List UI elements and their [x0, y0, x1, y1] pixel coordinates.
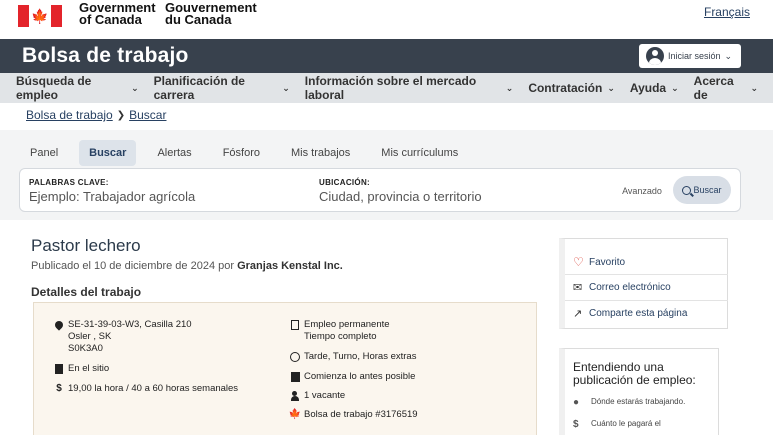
keywords-label: PALABRAS CLAVE:: [29, 178, 109, 187]
email-button[interactable]: ✉ Correo electrónico: [573, 281, 671, 294]
dollar-icon: $: [56, 383, 62, 394]
favorite-button[interactable]: ♡ Favorito: [573, 255, 625, 269]
job-details-box: SE-31-39-03-W3, Casilla 210 Osler , SK S…: [33, 302, 537, 435]
job-actions-panel: ♡ Favorito ✉ Correo electrónico ↗ Compar…: [559, 238, 728, 329]
search-button[interactable]: Buscar: [673, 176, 731, 204]
breadcrumb-search[interactable]: Buscar: [129, 108, 166, 122]
search-area: Panel Buscar Alertas Fósforo Mis trabajo…: [0, 130, 773, 220]
keywords-input[interactable]: Ejemplo: Trabajador agrícola: [29, 189, 195, 204]
job-bank-id: 🍁 Bolsa de trabajo #3176519: [288, 409, 418, 420]
user-avatar-icon: [646, 47, 664, 65]
share-button[interactable]: ↗ Comparte esta página: [573, 307, 687, 320]
chevron-down-icon: ⌄: [724, 50, 733, 61]
government-wordmark-fr: Gouvernement du Canada: [165, 0, 257, 27]
nav-item-labour-market[interactable]: Información sobre el mercado laboral ⌄: [305, 73, 522, 103]
job-title: Pastor lechero: [31, 236, 141, 255]
nav-item-about[interactable]: Acerca de ⌄: [694, 73, 766, 103]
signin-button[interactable]: Iniciar sesión ⌄: [639, 44, 741, 68]
language-toggle-link[interactable]: Français: [704, 5, 750, 19]
nav-item-help[interactable]: Ayuda ⌄: [630, 73, 687, 103]
chevron-down-icon: ⌄: [750, 82, 758, 93]
job-details-heading: Detalles del trabajo: [31, 285, 142, 299]
job-start: Comienza lo antes posible: [288, 371, 415, 383]
tab-search[interactable]: Buscar: [79, 140, 137, 166]
info-row-location: ● Dónde estarás trabajando.: [573, 397, 686, 408]
job-employment-type: Empleo permanente Tiempo completo: [288, 319, 390, 343]
location-label: UBICACIÓN:: [319, 178, 370, 187]
tab-match[interactable]: Fósforo: [213, 140, 270, 166]
job-salary: $ 19,00 la hora / 40 a 60 horas semanale…: [52, 383, 238, 395]
site-title[interactable]: Bolsa de trabajo: [22, 44, 189, 68]
signin-label: Iniciar sesión: [668, 51, 721, 61]
location-pin-icon: ●: [573, 397, 580, 408]
calendar-icon: [290, 372, 300, 382]
tab-my-resumes[interactable]: Mis currículums: [371, 140, 468, 166]
building-icon: [55, 364, 63, 374]
nav-item-career-planning[interactable]: Planificación de carrera ⌄: [154, 73, 298, 103]
document-icon: [291, 320, 299, 330]
tab-alerts[interactable]: Alertas: [147, 140, 201, 166]
maple-leaf-icon: 🍁: [288, 409, 302, 420]
posted-info: Publicado el 10 de diciembre de 2024 por…: [31, 260, 343, 272]
main-navigation: Búsqueda de empleo ⌄ Planificación de car…: [0, 73, 773, 103]
job-vacancies: 1 vacante: [288, 390, 345, 402]
advanced-search-button[interactable]: Avanzado: [613, 177, 671, 204]
job-location: SE-31-39-03-W3, Casilla 210 Osler , SK S…: [52, 319, 192, 355]
nav-item-job-search[interactable]: Búsqueda de empleo ⌄: [16, 73, 147, 103]
site-title-bar: Bolsa de trabajo Iniciar sesión ⌄: [0, 39, 773, 73]
chevron-down-icon: ⌄: [282, 82, 290, 93]
dollar-icon: $: [573, 419, 579, 430]
job-workplace: En el sitio: [52, 363, 109, 375]
breadcrumb: Bolsa de trabajo ❯ Buscar: [26, 108, 166, 122]
understanding-posting-panel: Entendiendo una publicación de empleo: ●…: [559, 348, 719, 435]
government-wordmark-en: Government of Canada: [79, 0, 156, 27]
chevron-down-icon: ⌄: [131, 82, 139, 93]
location-input[interactable]: Ciudad, provincia o territorio: [319, 189, 482, 204]
tab-dashboard[interactable]: Panel: [20, 140, 68, 166]
employer-name: Granjas Kenstal Inc.: [237, 260, 343, 272]
government-header: 🍁 Government of Canada Gouvernement du C…: [0, 0, 773, 39]
chevron-down-icon: ⌄: [607, 82, 615, 93]
chevron-down-icon: ⌄: [671, 82, 679, 93]
heart-icon: ♡: [573, 255, 584, 269]
location-pin-icon: [53, 319, 65, 331]
job-schedule: Tarde, Turno, Horas extras: [288, 351, 416, 363]
clock-icon: [290, 352, 300, 362]
search-form: PALABRAS CLAVE: Ejemplo: Trabajador agrí…: [19, 168, 741, 212]
share-icon: ↗: [573, 308, 583, 320]
info-panel-title: Entendiendo una publicación de empleo:: [573, 360, 696, 387]
chevron-down-icon: ⌄: [505, 82, 514, 93]
tab-bar: Panel Buscar Alertas Fósforo Mis trabajo…: [20, 140, 479, 166]
canada-flag-icon: 🍁: [18, 5, 62, 27]
chevron-right-icon: ❯: [116, 109, 126, 121]
envelope-icon: ✉: [573, 282, 583, 294]
tab-my-jobs[interactable]: Mis trabajos: [281, 140, 360, 166]
search-icon: [682, 185, 692, 195]
nav-item-hiring[interactable]: Contratación ⌄: [528, 73, 623, 103]
breadcrumb-job-bank[interactable]: Bolsa de trabajo: [26, 108, 113, 122]
person-icon: [291, 391, 299, 401]
info-row-pay: $ Cuánto le pagará el: [573, 419, 661, 430]
